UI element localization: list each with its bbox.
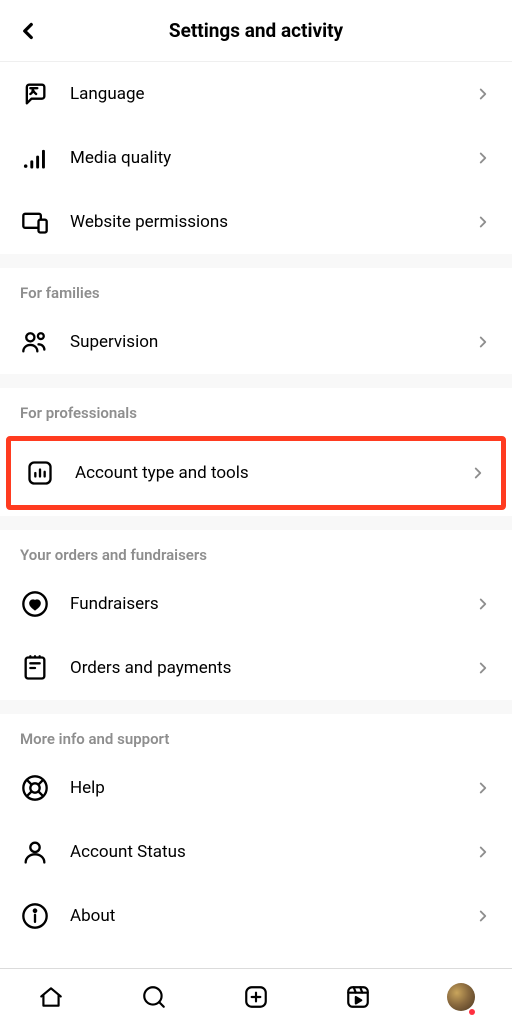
- person-icon: [20, 837, 50, 867]
- row-language[interactable]: Language: [0, 62, 512, 126]
- tab-home[interactable]: [31, 977, 71, 1017]
- chevron-right-icon: [474, 333, 492, 351]
- row-label: Supervision: [70, 332, 474, 352]
- chevron-right-icon: [474, 907, 492, 925]
- chevron-right-icon: [474, 843, 492, 861]
- row-label: Fundraisers: [70, 594, 474, 614]
- divider: [0, 516, 512, 530]
- chevron-right-icon: [474, 85, 492, 103]
- lifebuoy-icon: [20, 773, 50, 803]
- chevron-left-icon: [15, 18, 41, 44]
- people-icon: [20, 327, 50, 357]
- row-about[interactable]: About: [0, 884, 512, 948]
- page-title: Settings and activity: [169, 19, 343, 42]
- row-website-permissions[interactable]: Website permissions: [0, 190, 512, 254]
- chevron-right-icon: [474, 213, 492, 231]
- divider: [0, 254, 512, 268]
- row-label: Media quality: [70, 148, 474, 168]
- highlight-box: Account type and tools: [6, 436, 506, 510]
- section-header-orders-fundraisers: Your orders and fundraisers: [0, 530, 512, 572]
- row-label: Account Status: [70, 842, 474, 862]
- back-button[interactable]: [8, 11, 48, 51]
- row-label: Help: [70, 778, 474, 798]
- notification-dot: [469, 1009, 475, 1015]
- row-account-type-tools[interactable]: Account type and tools: [11, 441, 501, 505]
- chevron-right-icon: [469, 464, 487, 482]
- chevron-right-icon: [474, 595, 492, 613]
- row-label: Language: [70, 84, 474, 104]
- row-help[interactable]: Help: [0, 756, 512, 820]
- tab-reels[interactable]: [338, 977, 378, 1017]
- tab-profile[interactable]: [441, 977, 481, 1017]
- receipt-icon: [20, 653, 50, 683]
- row-label: Orders and payments: [70, 658, 474, 678]
- divider: [0, 374, 512, 388]
- home-icon: [38, 984, 64, 1010]
- info-icon: [20, 901, 50, 931]
- row-supervision[interactable]: Supervision: [0, 310, 512, 374]
- tab-create[interactable]: [236, 977, 276, 1017]
- reels-icon: [345, 984, 371, 1010]
- language-icon: [20, 79, 50, 109]
- heart-circle-icon: [20, 589, 50, 619]
- row-label: About: [70, 906, 474, 926]
- row-orders-payments[interactable]: Orders and payments: [0, 636, 512, 700]
- chevron-right-icon: [474, 659, 492, 677]
- create-icon: [243, 984, 269, 1010]
- tabbar: [0, 968, 512, 1024]
- chevron-right-icon: [474, 779, 492, 797]
- row-fundraisers[interactable]: Fundraisers: [0, 572, 512, 636]
- avatar: [447, 983, 475, 1011]
- row-label: Account type and tools: [75, 463, 469, 483]
- row-label: Website permissions: [70, 212, 474, 232]
- tab-search[interactable]: [134, 977, 174, 1017]
- divider: [0, 700, 512, 714]
- chevron-right-icon: [474, 149, 492, 167]
- row-media-quality[interactable]: Media quality: [0, 126, 512, 190]
- signal-icon: [20, 143, 50, 173]
- section-header-professionals: For professionals: [0, 388, 512, 430]
- devices-icon: [20, 207, 50, 237]
- section-header-more-info: More info and support: [0, 714, 512, 756]
- chart-box-icon: [25, 458, 55, 488]
- header: Settings and activity: [0, 0, 512, 62]
- search-icon: [141, 984, 167, 1010]
- section-header-families: For families: [0, 268, 512, 310]
- row-account-status[interactable]: Account Status: [0, 820, 512, 884]
